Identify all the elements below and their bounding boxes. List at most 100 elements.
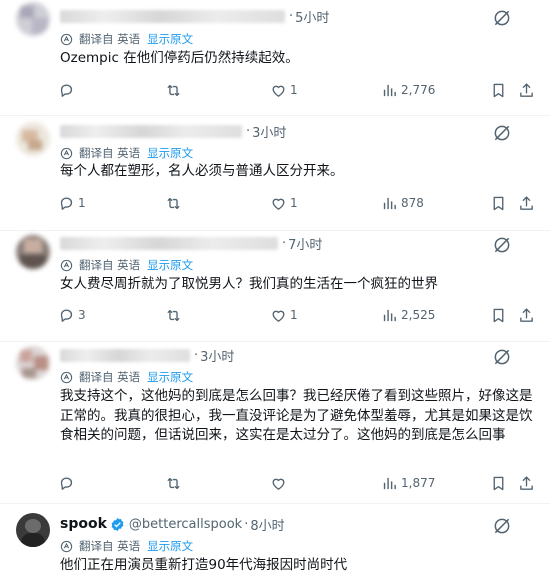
grok-sparkle-icon[interactable] [492, 347, 512, 367]
bookmark-button[interactable] [490, 473, 507, 493]
tweet-3[interactable]: · 3小时 翻译自 英语 显示原文 我支持这个，这他妈的到底是怎么回事？我已经厌… [0, 342, 550, 504]
tweet-text: 我支持这个，这他妈的到底是怎么回事？我已经厌倦了看到这些照片，好像这是正常的。我… [60, 388, 533, 444]
grok-sparkle-icon[interactable] [492, 235, 512, 255]
view-count: 2,525 [401, 308, 436, 322]
author-handle[interactable]: @bettercallspook [129, 517, 242, 532]
retweet-button[interactable] [165, 80, 182, 100]
like-count: 1 [290, 196, 298, 210]
reply-button[interactable] [58, 473, 78, 493]
like-button[interactable] [270, 473, 290, 493]
like-button[interactable]: 1 [270, 80, 298, 100]
show-original-link[interactable]: 显示原文 [147, 31, 193, 47]
share-button[interactable] [518, 473, 535, 493]
author-name-redacted[interactable] [60, 348, 190, 362]
reply-button[interactable]: 1 [58, 193, 86, 213]
bookmark-icon [493, 476, 504, 490]
like-count: 1 [290, 308, 298, 322]
retweet-button[interactable] [165, 473, 182, 493]
tweet-time[interactable]: 3小时 [252, 122, 286, 141]
retweet-button[interactable] [165, 193, 182, 213]
author-name-redacted[interactable] [60, 9, 285, 23]
bookmark-icon [493, 308, 504, 322]
tweet-0[interactable]: · 5小时 翻译自 英语 显示原文 Ozempic 在他们停药后仍然持续起效。 … [0, 0, 550, 116]
bookmark-button[interactable] [490, 80, 507, 100]
separator-dot: · [246, 123, 251, 139]
view-count: 1,877 [401, 476, 436, 490]
tweet-text: 女人费尽周折就为了取悦男人？我们真的生活在一个疯狂的世界 [60, 276, 438, 292]
like-icon [272, 310, 285, 322]
avatar[interactable] [16, 2, 50, 36]
bookmark-button[interactable] [490, 305, 507, 325]
tweet-header: spook @bettercallspook · 8小时 [60, 514, 285, 534]
separator-dot: · [194, 347, 199, 363]
tweet-2[interactable]: · 7小时 翻译自 英语 显示原文 女人费尽周折就为了取悦男人？我们真的生活在一… [0, 231, 550, 342]
views-button[interactable]: 2,776 [381, 80, 435, 100]
retweet-icon [167, 84, 180, 96]
author-name-redacted[interactable] [60, 236, 278, 250]
author-name[interactable]: spook [60, 516, 107, 532]
translate-icon [60, 33, 73, 45]
tweet-text: 他们正在用演员重新打造90年代海报因时尚时代 [60, 557, 348, 573]
reply-count: 1 [78, 196, 86, 210]
tweet-time[interactable]: 8小时 [250, 515, 284, 534]
view-count: 2,776 [401, 83, 436, 97]
reply-icon [60, 197, 73, 210]
grok-sparkle-icon[interactable] [492, 8, 512, 28]
grok-sparkle-icon[interactable] [492, 123, 512, 143]
avatar[interactable] [16, 122, 50, 156]
retweet-icon [167, 477, 180, 489]
tweet-actions: 1 1 878 [58, 193, 538, 213]
reply-icon [60, 309, 73, 322]
show-original-link[interactable]: 显示原文 [147, 257, 193, 273]
like-button[interactable]: 1 [270, 305, 298, 325]
tweet-header: · 7小时 [60, 233, 322, 253]
avatar[interactable] [16, 513, 50, 547]
author-name-redacted[interactable] [60, 124, 242, 138]
reply-icon [60, 84, 73, 97]
share-icon [520, 475, 533, 490]
tweet-4[interactable]: spook @bettercallspook · 8小时 翻译自 英语 显示原文… [0, 504, 550, 582]
retweet-icon [167, 197, 180, 209]
show-original-link[interactable]: 显示原文 [147, 369, 193, 385]
grok-sparkle-icon[interactable] [492, 516, 512, 536]
views-icon [383, 84, 396, 96]
share-button[interactable] [518, 193, 535, 213]
tweet-time[interactable]: 7小时 [288, 234, 322, 253]
retweet-button[interactable] [165, 305, 182, 325]
views-icon [383, 197, 396, 209]
bookmark-icon [493, 196, 504, 210]
translate-icon [60, 371, 73, 383]
translation-note: 翻译自 英语 显示原文 [60, 538, 193, 554]
view-count: 878 [401, 196, 424, 210]
share-icon [520, 195, 533, 210]
share-button[interactable] [518, 80, 535, 100]
avatar[interactable] [16, 235, 50, 269]
like-button[interactable]: 1 [270, 193, 298, 213]
views-button[interactable]: 2,525 [381, 305, 435, 325]
reply-icon [60, 477, 73, 490]
reply-button[interactable]: 3 [58, 305, 86, 325]
avatar[interactable] [16, 346, 50, 380]
tweet-time[interactable]: 5小时 [295, 7, 329, 26]
translation-note: 翻译自 英语 显示原文 [60, 369, 193, 385]
reply-count: 3 [78, 308, 86, 322]
show-original-link[interactable]: 显示原文 [147, 538, 193, 554]
views-button[interactable]: 1,877 [381, 473, 435, 493]
like-icon [272, 85, 285, 97]
reply-button[interactable] [58, 80, 78, 100]
share-icon [520, 82, 533, 97]
bookmark-icon [493, 83, 504, 97]
tweet-actions: 1 2,776 [58, 80, 538, 100]
tweet-header: · 5小时 [60, 6, 329, 26]
bookmark-button[interactable] [490, 193, 507, 213]
show-original-link[interactable]: 显示原文 [147, 145, 193, 161]
translated-from-label: 翻译自 英语 [79, 258, 141, 272]
tweet-time[interactable]: 3小时 [200, 346, 234, 365]
tweet-header: · 3小时 [60, 345, 234, 365]
like-icon [272, 478, 285, 490]
views-icon [383, 309, 396, 321]
separator-dot: · [244, 516, 249, 532]
tweet-1[interactable]: · 3小时 翻译自 英语 显示原文 每个人都在塑形，名人必须与普通人区分开来。 … [0, 116, 550, 231]
views-button[interactable]: 878 [381, 193, 424, 213]
share-button[interactable] [518, 305, 535, 325]
